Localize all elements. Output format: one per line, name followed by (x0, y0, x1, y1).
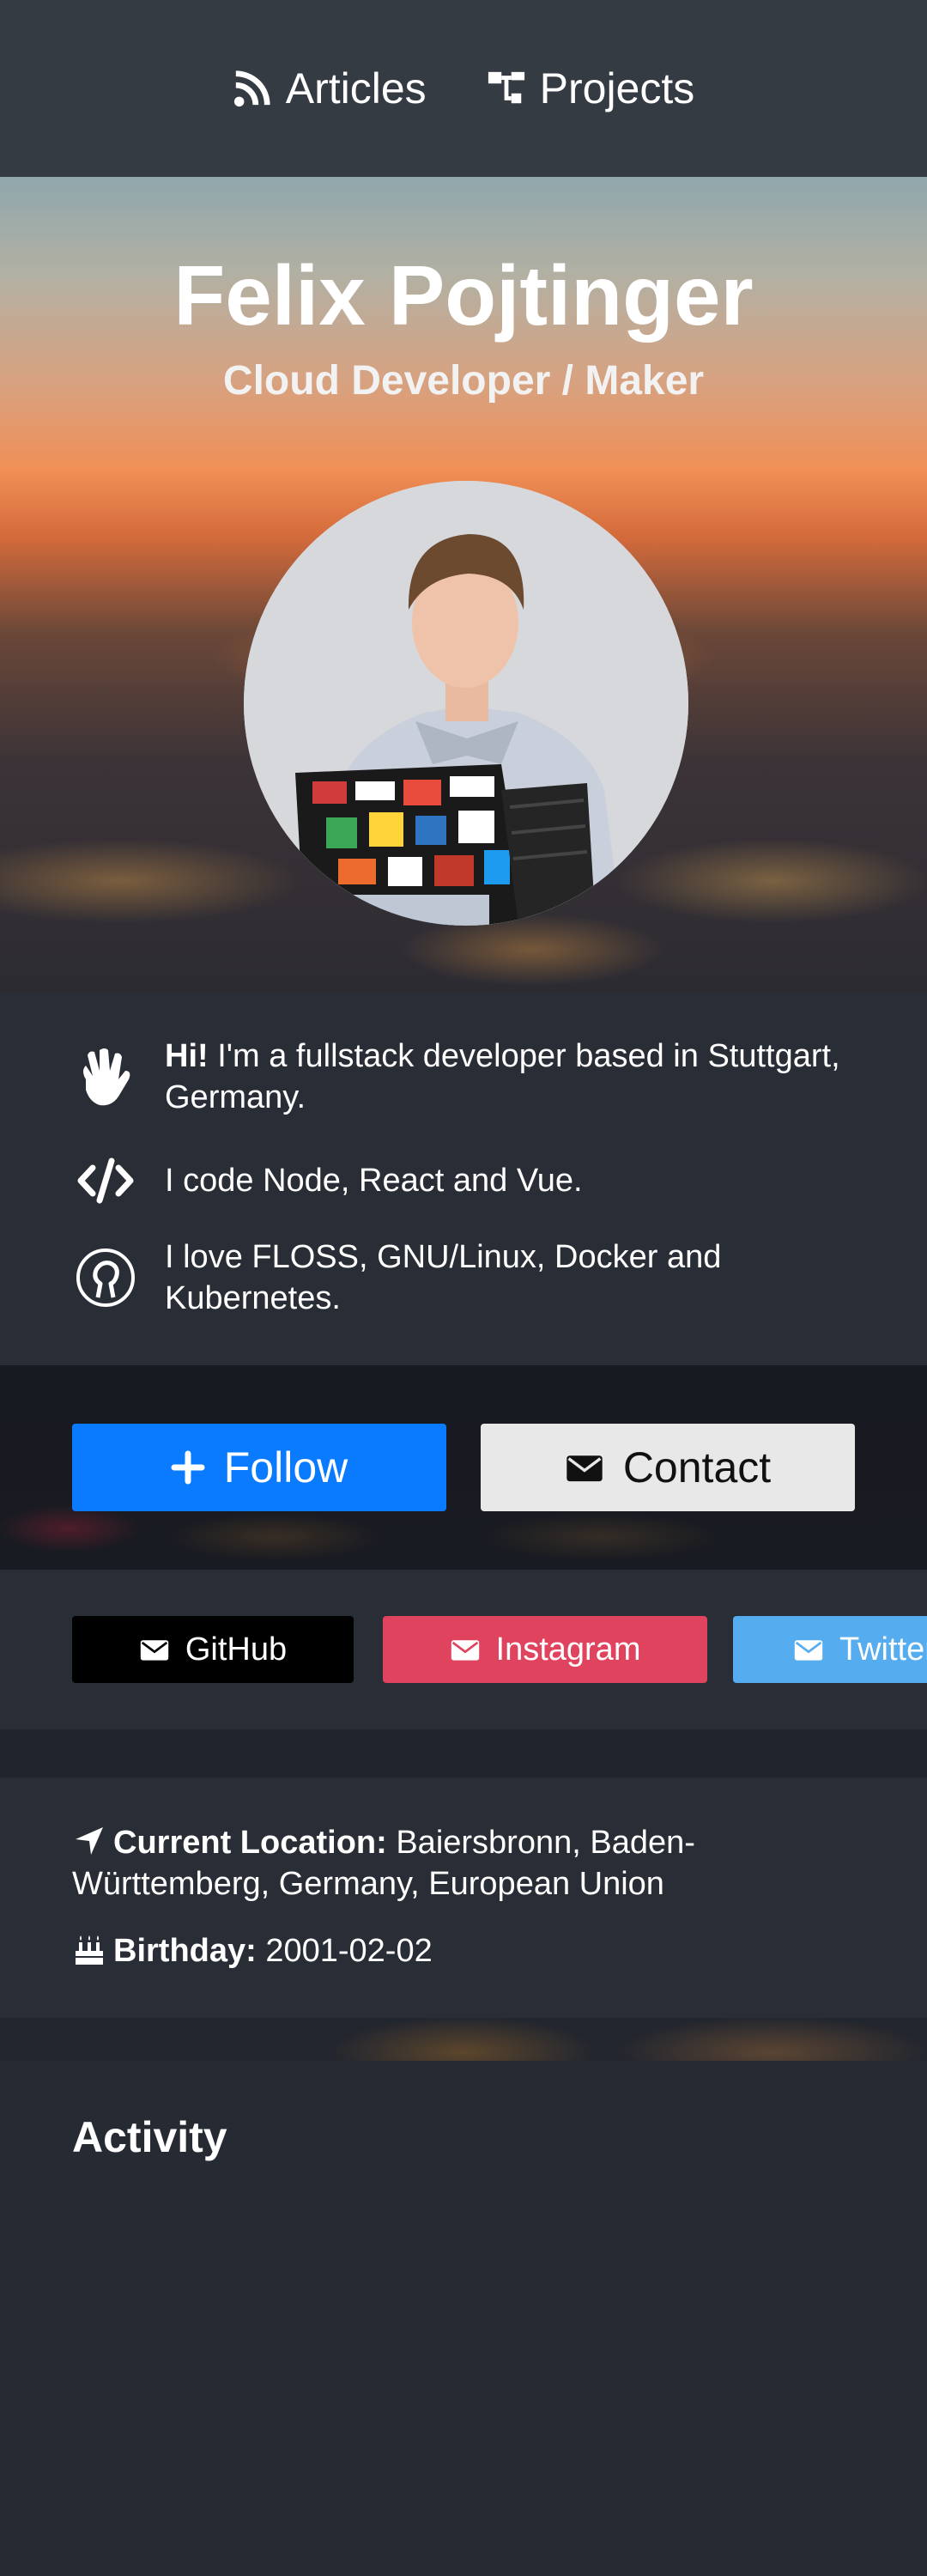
hero-section: Felix Pojtinger Cloud Developer / Maker (0, 177, 927, 993)
osi-icon (72, 1244, 139, 1311)
about-greeting-row: Hi! I'm a fullstack developer based in S… (72, 1036, 841, 1118)
location-label: Current Location: (113, 1825, 387, 1861)
instagram-link[interactable]: Instagram (383, 1616, 707, 1683)
greeting-text: I'm a fullstack developer based in Stutt… (165, 1038, 840, 1115)
birthday-value: 2001-02-02 (256, 1933, 433, 1969)
current-location: Current Location: Baiersbronn, Baden-Wür… (72, 1822, 876, 1905)
about-floss-text: I love FLOSS, GNU/Linux, Docker and Kube… (165, 1239, 722, 1316)
envelope-icon (451, 1640, 479, 1661)
avatar-photo (244, 481, 688, 926)
envelope-icon (140, 1640, 169, 1661)
activity-section: Activity (0, 2061, 927, 2576)
github-link[interactable]: GitHub (72, 1616, 354, 1683)
avatar (244, 481, 688, 926)
envelope-icon (566, 1455, 603, 1482)
birthday-label: Birthday: (113, 1933, 257, 1969)
nav-projects-label: Projects (539, 64, 695, 112)
plus-icon (171, 1450, 205, 1485)
location-arrow-icon (76, 1827, 103, 1855)
rss-icon (233, 70, 270, 107)
envelope-icon (794, 1640, 823, 1661)
profile-subtitle: Cloud Developer / Maker (222, 358, 705, 404)
about-floss-row: I love FLOSS, GNU/Linux, Docker and Kube… (72, 1236, 841, 1319)
social-links-section: GitHub Instagram Twitter (0, 1570, 927, 1729)
birthday: Birthday: 2001-02-02 (72, 1930, 876, 1971)
info-section: Current Location: Baiersbronn, Baden-Wür… (0, 1777, 927, 2018)
about-code-text: I code Node, React and Vue. (165, 1163, 583, 1199)
actions-section: Follow Contact (0, 1365, 927, 1570)
github-label: GitHub (185, 1631, 288, 1668)
activity-title: Activity (72, 2113, 227, 2161)
about-section: Hi! I'm a fullstack developer based in S… (0, 993, 927, 1365)
top-navbar: Articles Projects (0, 0, 927, 177)
follow-label: Follow (223, 1443, 348, 1492)
about-greeting-text: Hi! I'm a fullstack developer based in S… (165, 1036, 841, 1118)
hand-spock-icon (72, 1043, 139, 1110)
sitemap-icon (488, 71, 524, 104)
nav-articles-link[interactable]: Articles (233, 64, 427, 113)
twitter-link[interactable]: Twitter (733, 1616, 927, 1683)
nav-projects-link[interactable]: Projects (487, 64, 695, 113)
about-code-row: I code Node, React and Vue. (72, 1147, 841, 1214)
birthday-cake-icon (76, 1935, 103, 1965)
code-icon (72, 1147, 139, 1214)
contact-label: Contact (622, 1443, 772, 1492)
profile-name: Felix Pojtinger (173, 248, 754, 343)
nav-articles-label: Articles (285, 64, 427, 112)
twitter-label: Twitter (839, 1631, 927, 1668)
greeting-bold: Hi! (165, 1038, 209, 1074)
instagram-label: Instagram (495, 1631, 641, 1668)
contact-button[interactable]: Contact (481, 1424, 855, 1511)
follow-button[interactable]: Follow (72, 1424, 446, 1511)
